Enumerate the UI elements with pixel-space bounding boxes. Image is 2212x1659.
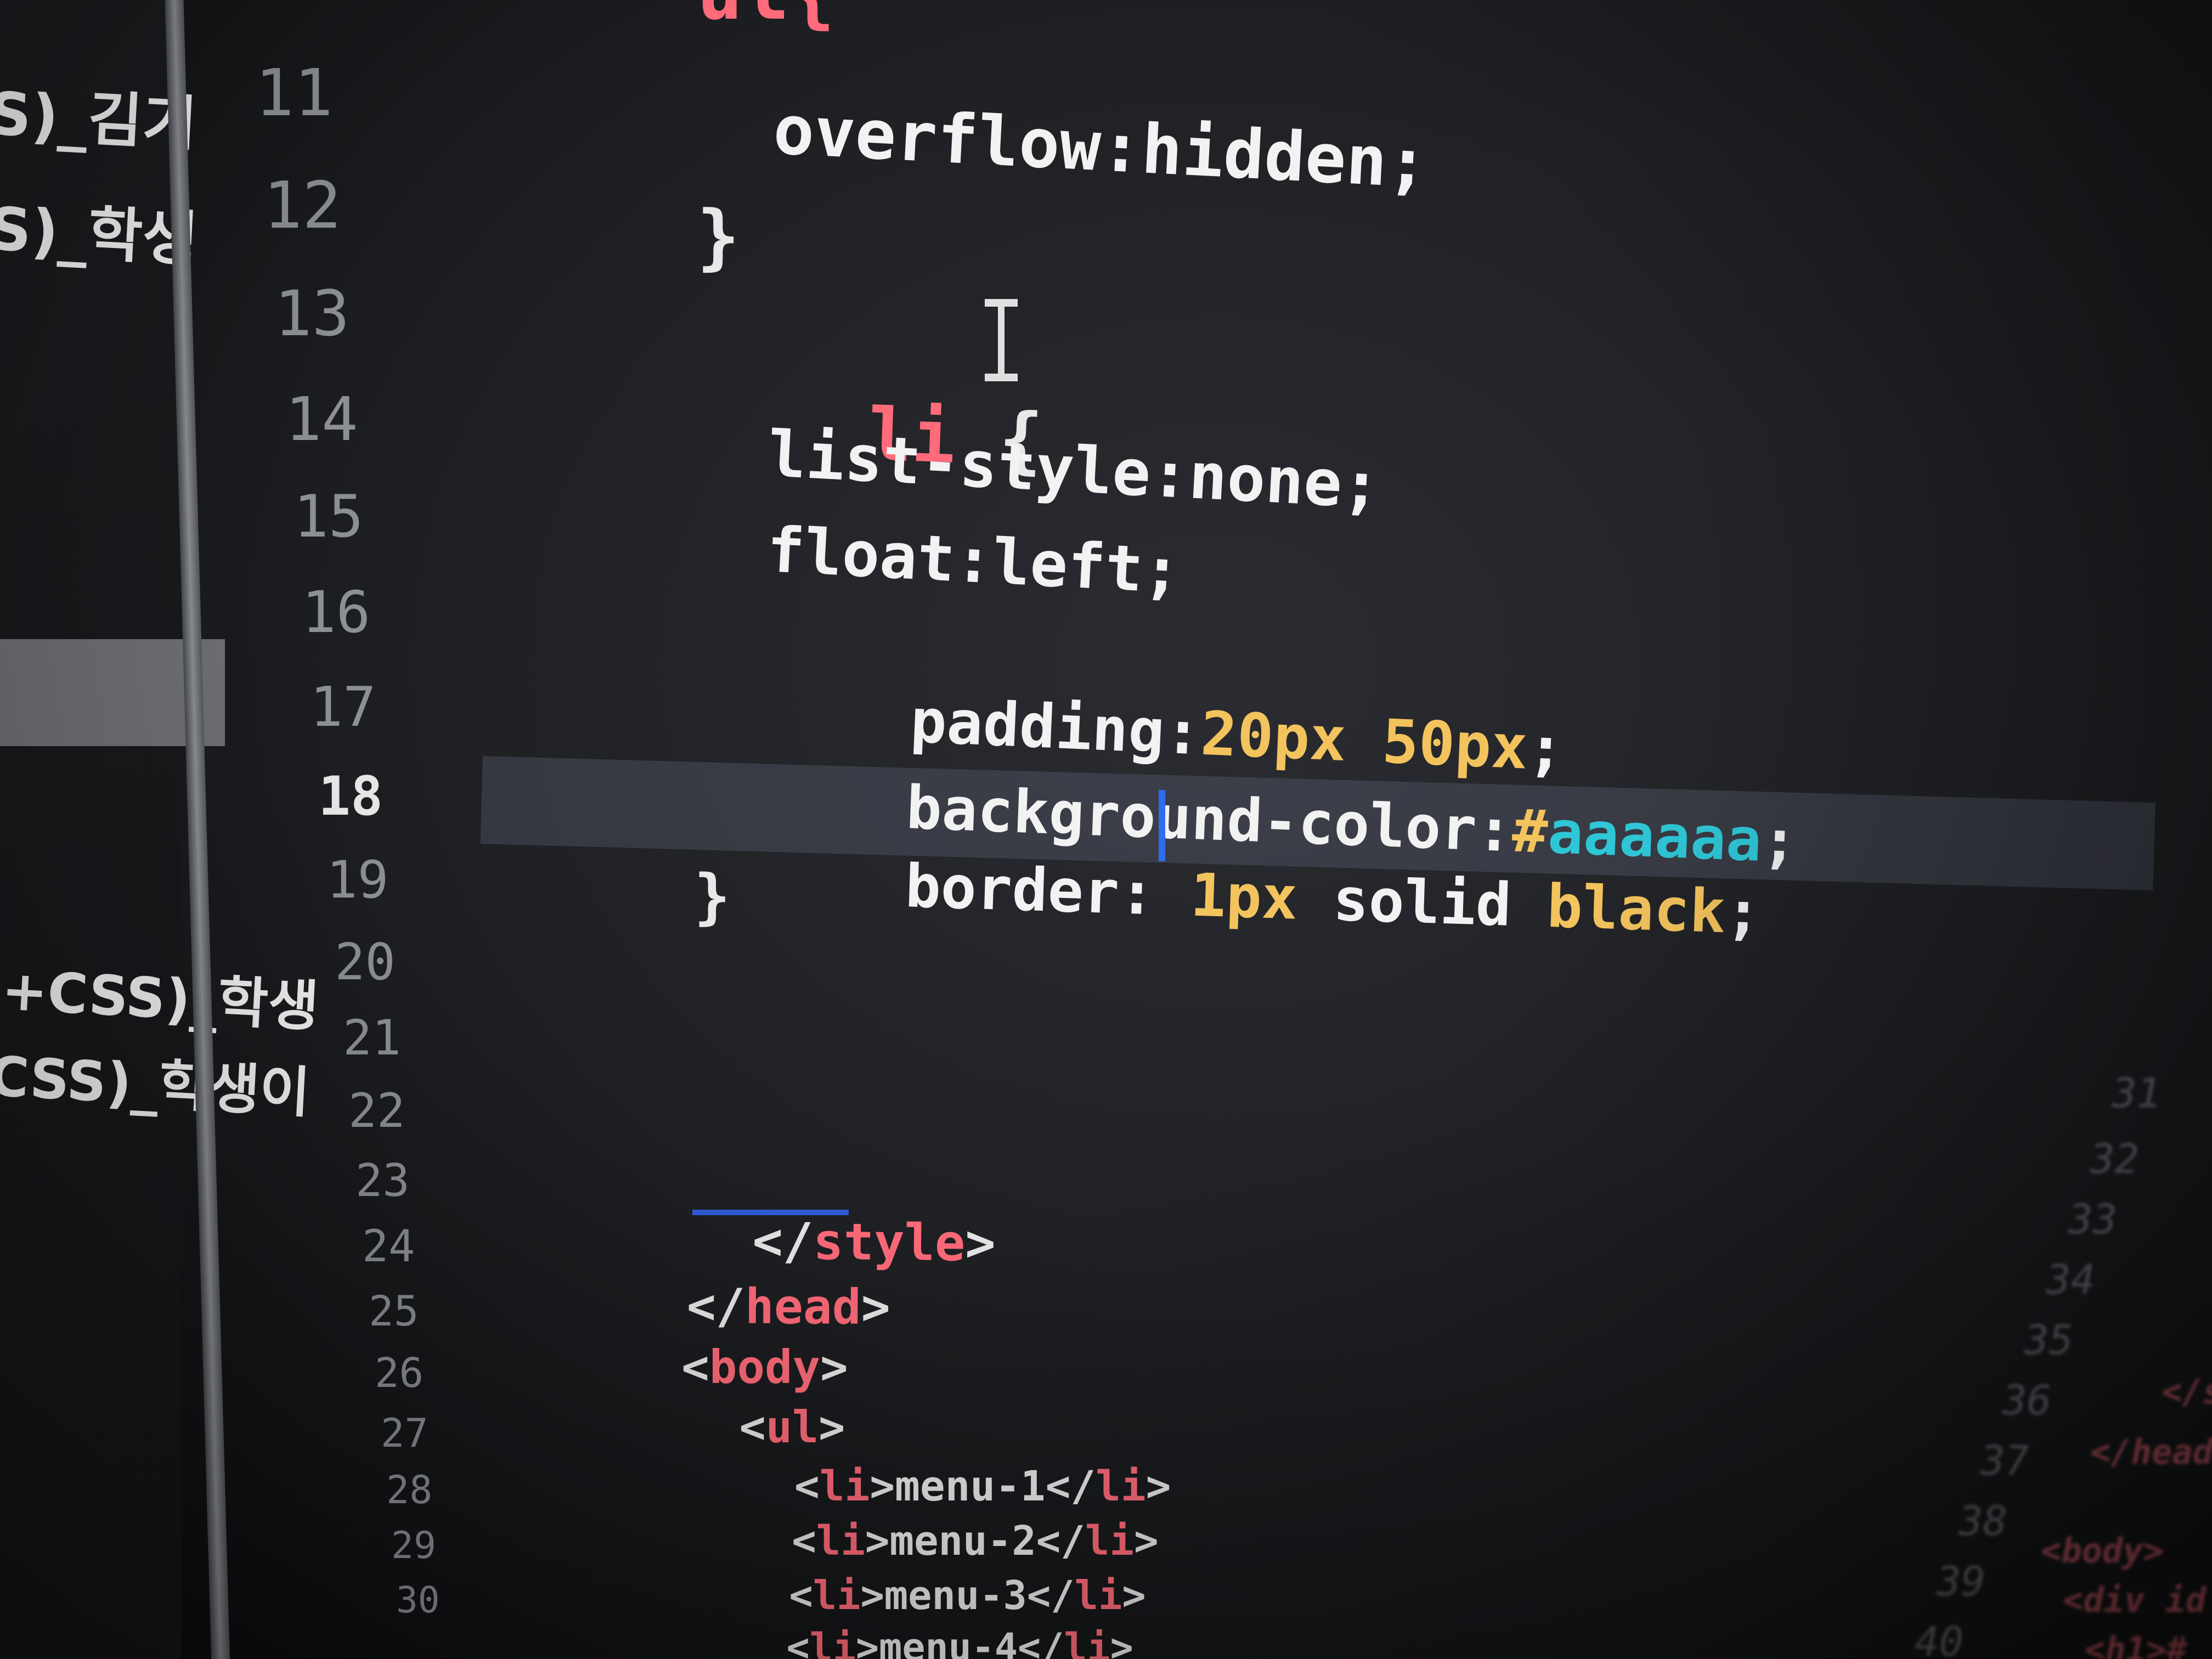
code-line: overflow:hidden; <box>771 91 1430 204</box>
line-number: 38 <box>1959 1498 2008 1545</box>
line-number: 36 <box>2002 1377 2052 1424</box>
line-number: 29 <box>391 1524 436 1567</box>
code-line: <body> <box>2041 1531 2164 1571</box>
line-number: 23 <box>356 1155 410 1207</box>
line-number: 14 <box>285 384 358 454</box>
screen-photo: S)_김기 S)_학생 L+CSS)_학생 CSS)_학생이 11 12 13 … <box>0 0 2212 1659</box>
tag-bracket: > <box>964 1214 996 1273</box>
tag-bracket: < <box>786 1625 810 1659</box>
line-number: 33 <box>2068 1196 2118 1243</box>
line-number: 32 <box>2090 1136 2140 1183</box>
code-line-partial: ul{ <box>697 0 836 37</box>
semicolon: ; <box>1724 878 1762 948</box>
line-number: 16 <box>302 579 371 646</box>
line-number: 40 <box>1915 1618 1964 1659</box>
line-number: 30 <box>396 1579 440 1621</box>
line-number: 13 <box>274 277 350 350</box>
code-line: <h1># <box>2085 1629 2187 1659</box>
line-number: 39 <box>1937 1558 1986 1605</box>
code-line: <li>menu-4</li> <box>694 1580 1133 1659</box>
line-number: 19 <box>326 850 389 910</box>
line-number: 31 <box>2112 1070 2162 1117</box>
text-caret <box>1159 790 1165 861</box>
code-line: } <box>694 861 731 932</box>
line-number: 27 <box>381 1410 428 1456</box>
code-line: } <box>697 195 740 278</box>
tag-bracket: > <box>861 1278 891 1336</box>
sidebar-item-3[interactable]: L+CSS)_학생 <box>0 944 321 1041</box>
file-sidebar: S)_김기 S)_학생 L+CSS)_학생 CSS)_학생이 <box>0 0 320 1659</box>
line-number: 22 <box>348 1084 405 1138</box>
ibeam-cursor-icon <box>985 299 1018 381</box>
tag-bracket: > <box>1110 1625 1133 1659</box>
semicolon: ; <box>1760 806 1799 877</box>
code-line: </head <box>2090 1432 2212 1472</box>
sidebar-item-2[interactable]: S)_학생 <box>0 181 199 278</box>
line-number: 25 <box>369 1286 419 1335</box>
html-tag: li <box>1064 1625 1110 1659</box>
line-number: 35 <box>2024 1317 2074 1364</box>
html-tag: li <box>809 1625 856 1659</box>
css-keyword: solid <box>1331 865 1513 940</box>
code-line: float:left; <box>765 513 1183 608</box>
sidebar-item-4[interactable]: CSS)_학생이 <box>0 1031 312 1127</box>
tag-match-underline <box>692 1210 849 1215</box>
line-number: 26 <box>375 1350 424 1397</box>
line-number: 24 <box>362 1221 415 1272</box>
split-editor-pane: 31 32 33 34 35 36 37 38 39 40 </s </head… <box>1915 933 2212 1659</box>
css-value: black <box>1545 872 1726 947</box>
line-number: 12 <box>263 167 342 243</box>
line-number: 21 <box>343 1009 401 1066</box>
line-number: 28 <box>386 1468 433 1513</box>
css-property: border: <box>904 852 1156 929</box>
css-value: 1px <box>1189 861 1299 933</box>
line-number: 17 <box>310 675 376 739</box>
line-number: 34 <box>2046 1256 2096 1304</box>
line-number: 37 <box>1980 1437 2030 1485</box>
code-line-active: border: 1px solid black; <box>759 779 1764 1016</box>
line-number: 15 <box>294 483 364 550</box>
line-number-active: 18 <box>318 765 383 828</box>
code-line: </s <box>2162 1372 2212 1412</box>
code-line: <div id <box>2063 1580 2207 1620</box>
tag-content: >menu-4</ <box>856 1625 1064 1659</box>
line-number: 11 <box>255 55 334 131</box>
line-number: 20 <box>335 933 396 991</box>
